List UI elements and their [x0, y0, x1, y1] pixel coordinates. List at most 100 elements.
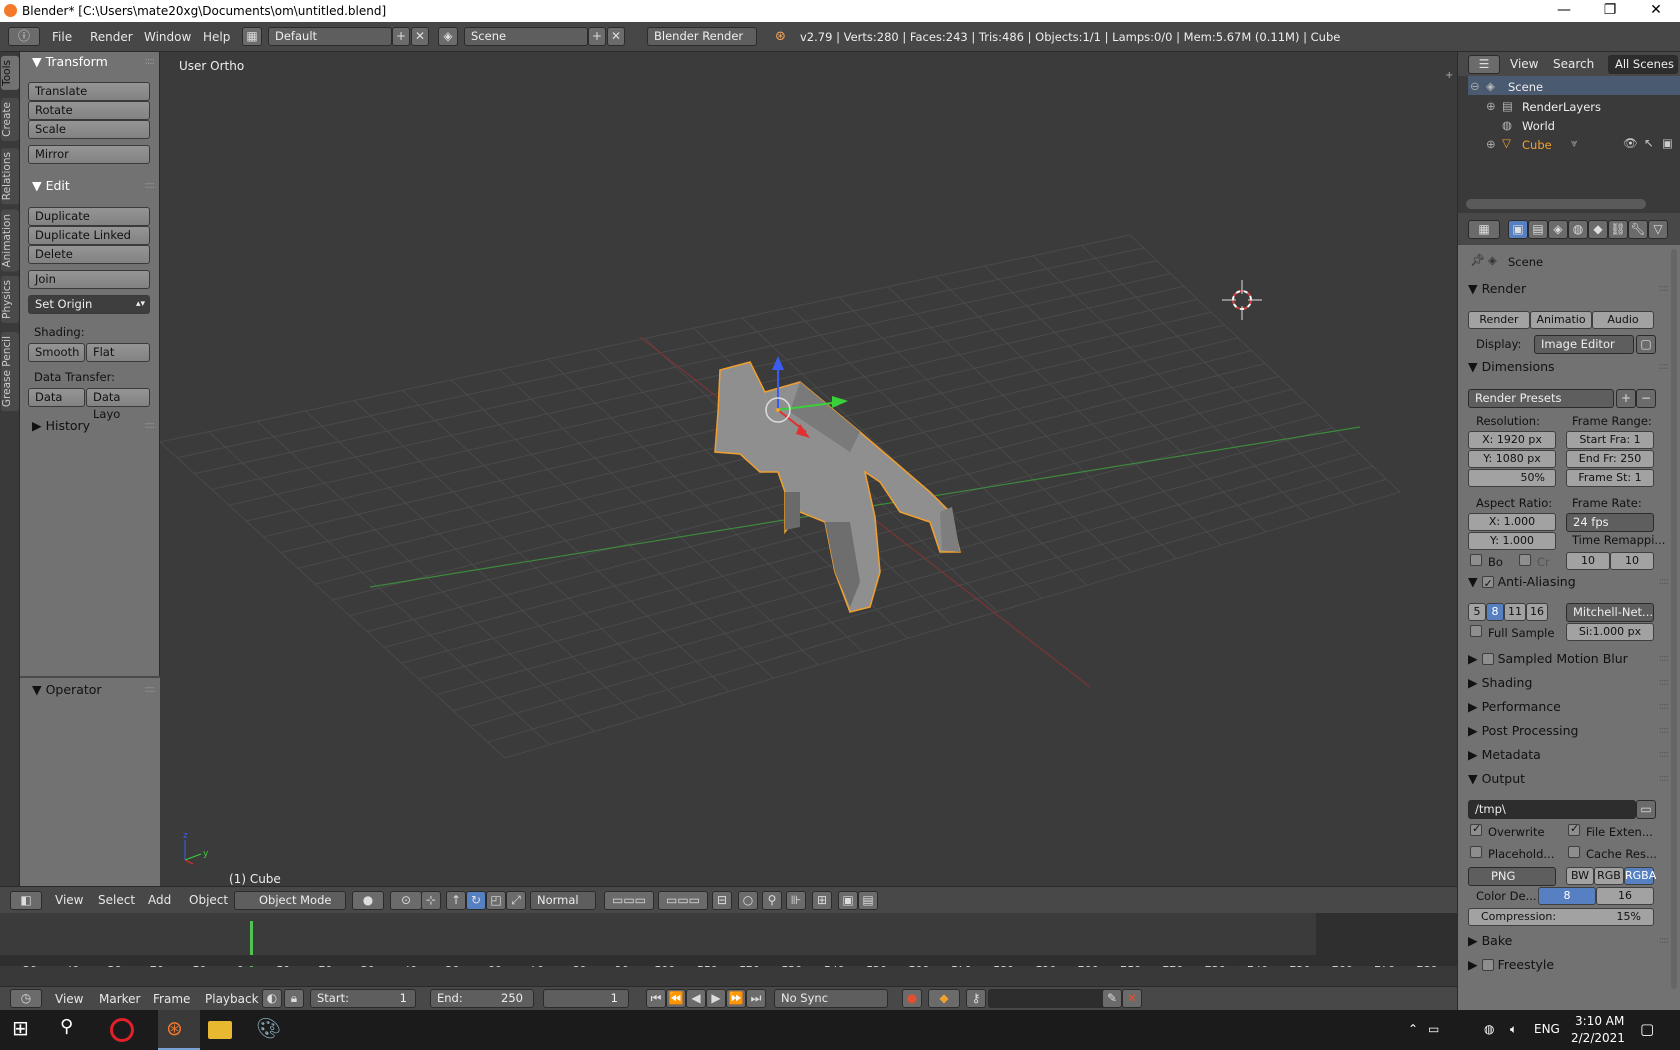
- expand-renderlayers-icon[interactable]: ⊕: [1486, 99, 1496, 113]
- tl-menu-playback[interactable]: Playback: [205, 992, 259, 1006]
- outliner-view-menu[interactable]: View: [1510, 57, 1538, 71]
- aa-11-button[interactable]: 11: [1504, 603, 1526, 621]
- jump-start-icon[interactable]: ⏮: [646, 989, 666, 1008]
- border-checkbox[interactable]: [1470, 554, 1482, 566]
- mode-select[interactable]: Object Mode: [234, 891, 346, 910]
- render-button[interactable]: Render: [1468, 311, 1530, 329]
- snap-element-icon[interactable]: ⊪: [786, 891, 806, 910]
- tab-create[interactable]: Create: [1, 98, 19, 141]
- orientation-icon[interactable]: ⤢: [506, 891, 526, 910]
- flat-button[interactable]: Flat: [86, 343, 150, 362]
- render-engine-select[interactable]: Blender Render: [647, 27, 757, 46]
- snap-target-icon[interactable]: ⊞: [812, 891, 832, 910]
- end-frame-field[interactable]: End: 250: [430, 989, 534, 1008]
- layers-1-icon[interactable]: ▭▭▭: [604, 891, 654, 910]
- sync-select[interactable]: No Sync: [774, 989, 888, 1008]
- current-frame-field[interactable]: 1: [543, 989, 629, 1008]
- toggle-properties-icon[interactable]: +: [1445, 70, 1453, 81]
- res-y-field[interactable]: Y: 1080 px: [1468, 450, 1556, 468]
- tab-physics[interactable]: Physics: [1, 276, 19, 323]
- add-layout-icon[interactable]: +: [392, 27, 410, 46]
- outliner-search-menu[interactable]: Search: [1553, 57, 1594, 71]
- search-icon[interactable]: ⚲: [60, 1016, 84, 1040]
- panel-edit-header[interactable]: ▼ Edit::::: [20, 176, 160, 196]
- time-remap-old-field[interactable]: 10: [1566, 552, 1610, 570]
- rgb-button[interactable]: RGB: [1594, 867, 1624, 885]
- blender-task-icon[interactable]: ⊛: [166, 1016, 190, 1040]
- start-frame-field[interactable]: Start: 1: [310, 989, 416, 1008]
- output-path-field[interactable]: /tmp\: [1468, 800, 1636, 819]
- translate-manip-icon[interactable]: ↑: [446, 891, 466, 910]
- aa-filter-select[interactable]: Mitchell-Net...: [1566, 603, 1654, 622]
- duplicate-button[interactable]: Duplicate: [28, 207, 150, 226]
- outliner-scrollbar[interactable]: [1466, 199, 1646, 209]
- crop-checkbox[interactable]: [1519, 554, 1531, 566]
- depth-8-button[interactable]: 8: [1538, 887, 1596, 905]
- render-camera-icon[interactable]: ▣: [1662, 136, 1673, 150]
- panel-transform-header[interactable]: ▼ Transform::::: [20, 52, 160, 72]
- menu-render[interactable]: Render: [90, 30, 133, 44]
- pivot-icon[interactable]: ⊙: [390, 891, 422, 910]
- tab-tools[interactable]: Tools: [1, 56, 19, 90]
- tl-menu-view[interactable]: View: [55, 992, 83, 1006]
- menu-help[interactable]: Help: [203, 30, 230, 44]
- delete-button[interactable]: Delete: [28, 245, 150, 264]
- remove-preset-icon[interactable]: −: [1636, 389, 1656, 408]
- tray-device-icon[interactable]: ▭: [1428, 1022, 1439, 1036]
- render-anim-icon[interactable]: ▤: [858, 891, 878, 910]
- aa-16-button[interactable]: 16: [1526, 603, 1548, 621]
- scale-manip-icon[interactable]: ◰: [486, 891, 506, 910]
- panel-operator-header[interactable]: ▼ Operator::::: [20, 680, 160, 700]
- frame-step-prop[interactable]: Frame St: 1: [1566, 469, 1654, 487]
- constraints-tab-icon[interactable]: ⛓: [1608, 220, 1628, 239]
- aa-8-button[interactable]: 8: [1486, 603, 1504, 621]
- metadata-section-header[interactable]: ▶ Metadata::::: [1468, 745, 1669, 765]
- vp-menu-view[interactable]: View: [55, 893, 83, 907]
- mirror-button[interactable]: Mirror: [28, 145, 150, 164]
- keyingset-icon[interactable]: ⚷: [966, 989, 986, 1008]
- 3d-viewport[interactable]: z y User Ortho (1) Cube +: [160, 52, 1457, 886]
- play-reverse-icon[interactable]: ◀: [686, 989, 706, 1008]
- tl-menu-marker[interactable]: Marker: [99, 992, 140, 1006]
- tab-grease-pencil[interactable]: Grease Pencil: [1, 332, 19, 412]
- outliner-item-scene[interactable]: Scene: [1508, 80, 1543, 94]
- vp-menu-add[interactable]: Add: [148, 893, 171, 907]
- lock-interface-icon[interactable]: ▢: [1636, 335, 1656, 354]
- aa-5-button[interactable]: 5: [1468, 603, 1486, 621]
- display-mode-select[interactable]: All Scenes: [1608, 55, 1678, 74]
- menu-file[interactable]: File: [52, 30, 72, 44]
- tray-time[interactable]: 3:10 AM: [1575, 1014, 1624, 1028]
- scene-tab-icon[interactable]: ◈: [1548, 220, 1568, 239]
- duplicate-linked-button[interactable]: Duplicate Linked: [28, 226, 150, 245]
- join-button[interactable]: Join: [28, 270, 150, 289]
- scene-field[interactable]: Scene: [464, 27, 588, 46]
- editor-type-timeline-icon[interactable]: ◷: [10, 989, 42, 1008]
- bw-button[interactable]: BW: [1566, 867, 1594, 885]
- vp-menu-select[interactable]: Select: [98, 893, 135, 907]
- aspect-y-field[interactable]: Y: 1.000: [1468, 532, 1556, 550]
- smooth-button[interactable]: Smooth: [28, 343, 85, 362]
- layer-lock-icon[interactable]: ⊟: [712, 891, 732, 910]
- viewport-canvas[interactable]: z y: [160, 52, 1457, 886]
- tray-lang[interactable]: ENG: [1534, 1022, 1560, 1036]
- record-icon[interactable]: ●: [902, 989, 922, 1008]
- cache-result-checkbox[interactable]: [1568, 846, 1580, 858]
- editor-type-info-icon[interactable]: ⓘ: [8, 27, 40, 46]
- lock-range-icon[interactable]: 🔒︎: [284, 989, 304, 1008]
- outliner-item-renderlayers[interactable]: RenderLayers: [1522, 100, 1601, 114]
- tray-date[interactable]: 2/2/2021: [1571, 1031, 1625, 1045]
- translate-button[interactable]: Translate: [28, 82, 150, 101]
- depth-16-button[interactable]: 16: [1596, 887, 1654, 905]
- pin-icon[interactable]: 📌︎: [1470, 253, 1485, 267]
- next-key-icon[interactable]: ⏩: [726, 989, 746, 1008]
- placeholders-checkbox[interactable]: [1470, 846, 1482, 858]
- outliner-item-world[interactable]: World: [1522, 119, 1555, 133]
- full-sample-checkbox[interactable]: [1470, 625, 1482, 637]
- insert-key-icon[interactable]: ✎: [1102, 989, 1122, 1008]
- audio-button[interactable]: Audio: [1592, 311, 1654, 329]
- dimensions-section-header[interactable]: ▼ Dimensions::::: [1468, 357, 1669, 377]
- select-cursor-icon[interactable]: ↖: [1644, 136, 1654, 150]
- editor-type-3d-icon[interactable]: ◧: [10, 891, 42, 910]
- file-format-select[interactable]: PNG: [1468, 867, 1556, 886]
- collapse-scene-icon[interactable]: ⊖: [1470, 79, 1480, 93]
